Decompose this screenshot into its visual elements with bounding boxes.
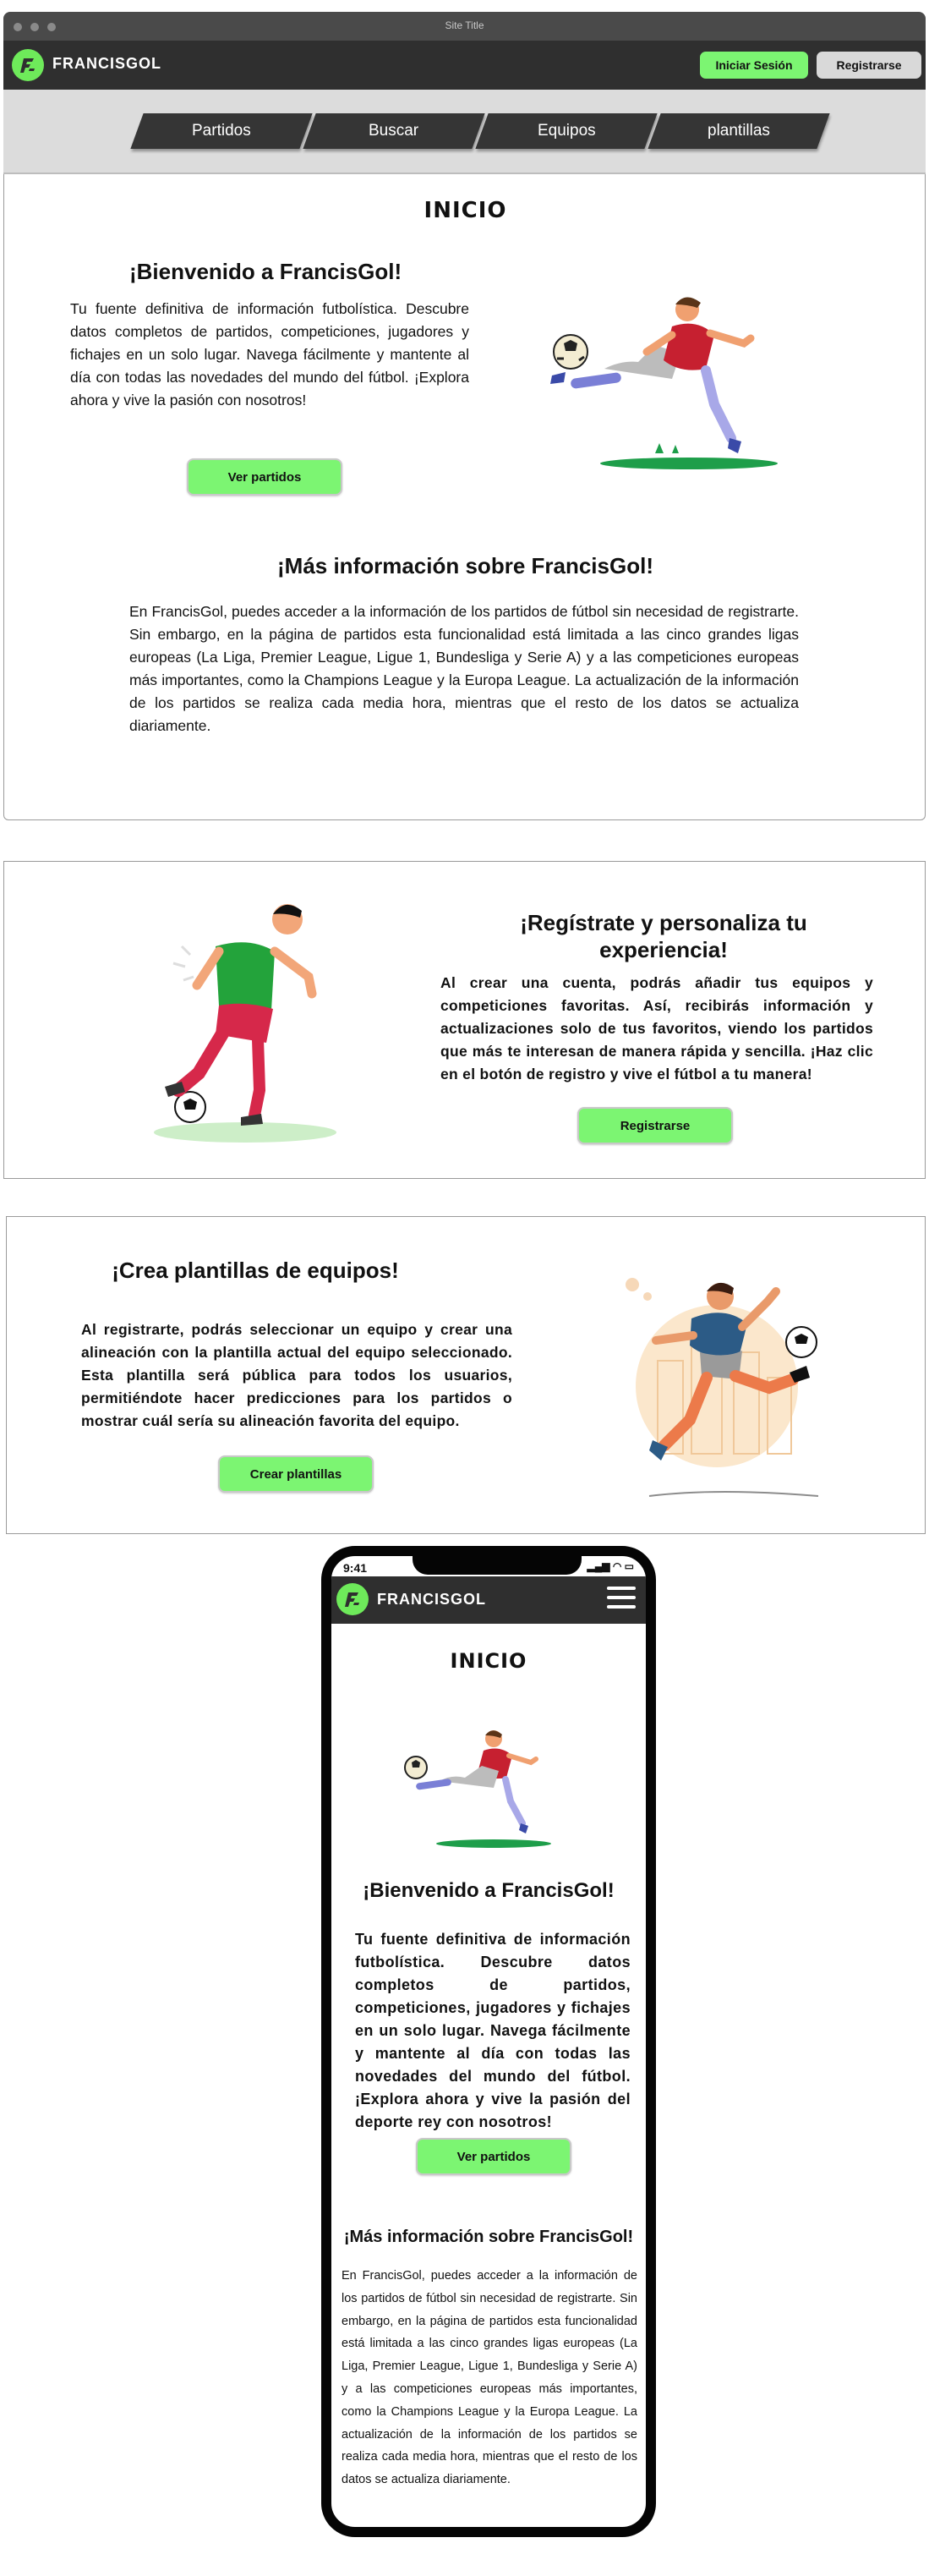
kicking-player-illustration [550, 297, 778, 469]
dribbling-player-illustration [154, 904, 336, 1143]
window-titlebar: Site Title [3, 12, 926, 41]
nav-tab-label: Partidos [192, 122, 251, 140]
nav-tab-buscar[interactable]: Buscar [303, 113, 485, 149]
nav-tab-label: plantillas [708, 122, 770, 140]
mobile-mockup: 9:41 ▂▄▆ ◠ ▭ FRANCISGOL INICIO ¡Bienveni… [321, 1546, 656, 2537]
battery-icon: ▭ [624, 1560, 634, 1572]
nav-tab-equipos[interactable]: Equipos [475, 113, 658, 149]
phone-notch [413, 1556, 582, 1575]
register-cta-button[interactable]: Registrarse [577, 1107, 733, 1144]
register-button[interactable]: Registrarse [817, 52, 921, 79]
mobile-kicking-player-illustration [404, 1730, 551, 1848]
site-header: FRANCISGOL Iniciar Sesión Registrarse [3, 41, 926, 90]
volley-player-illustration [626, 1278, 819, 1497]
mobile-header: FRANCISGOL [331, 1576, 646, 1624]
mobile-welcome-text: Tu fuente definitiva de información futb… [355, 1931, 631, 2130]
hamburger-menu-icon[interactable] [607, 1587, 636, 1612]
mobile-page-title: INICIO [450, 1649, 527, 1673]
mobile-more-info-text: En FrancisGol, puedes acceder a la infor… [342, 2269, 637, 2487]
logo-text[interactable]: FRANCISGOL [52, 55, 161, 73]
view-matches-button[interactable]: Ver partidos [187, 458, 342, 496]
create-squads-button[interactable]: Crear plantillas [218, 1455, 374, 1493]
nav-tab-label: Equipos [537, 122, 596, 140]
more-info-text: En FrancisGol, puedes acceder a la infor… [129, 603, 799, 734]
signal-icon: ▂▄▆ [587, 1560, 610, 1572]
mobile-logo-icon[interactable] [336, 1583, 369, 1615]
welcome-text: Tu fuente definitiva de información futb… [70, 300, 469, 408]
register-text: Al crear una cuenta, podrás añadir tus e… [440, 974, 873, 1082]
mobile-more-info-title: ¡Más información sobre FrancisGol! [343, 2228, 634, 2246]
page-title: INICIO [424, 198, 507, 223]
welcome-title: ¡Bienvenido a FrancisGol! [129, 259, 402, 284]
main-nav: Partidos Buscar Equipos plantillas [3, 90, 926, 174]
status-time: 9:41 [343, 1561, 368, 1575]
login-button[interactable]: Iniciar Sesión [700, 52, 808, 79]
mobile-logo-text[interactable]: FRANCISGOL [377, 1591, 486, 1609]
status-icons: ▂▄▆ ◠ ▭ [587, 1560, 634, 1572]
mobile-view-matches-button[interactable]: Ver partidos [416, 2138, 571, 2175]
nav-tab-partidos[interactable]: Partidos [130, 113, 313, 149]
squads-title: ¡Crea plantillas de equipos! [112, 1258, 399, 1283]
register-title: ¡Regístrate y personaliza tu experiencia… [520, 910, 807, 962]
register-panel: ¡Regístrate y personaliza tu experiencia… [3, 861, 926, 1179]
nav-tab-plantillas[interactable]: plantillas [648, 113, 830, 149]
squads-text: Al registrarte, podrás seleccionar un eq… [81, 1321, 512, 1429]
logo-icon[interactable] [12, 49, 44, 81]
wifi-icon: ◠ [612, 1560, 622, 1572]
more-info-title: ¡Más información sobre FrancisGol! [277, 553, 653, 578]
home-panel: INICIO ¡Bienvenido a FrancisGol! Tu fuen… [3, 174, 926, 820]
nav-tab-label: Buscar [369, 122, 419, 140]
mobile-welcome-title: ¡Bienvenido a FrancisGol! [363, 1879, 615, 1902]
window-title: Site Title [445, 19, 484, 31]
squads-panel: ¡Crea plantillas de equipos! Al registra… [6, 1216, 926, 1534]
